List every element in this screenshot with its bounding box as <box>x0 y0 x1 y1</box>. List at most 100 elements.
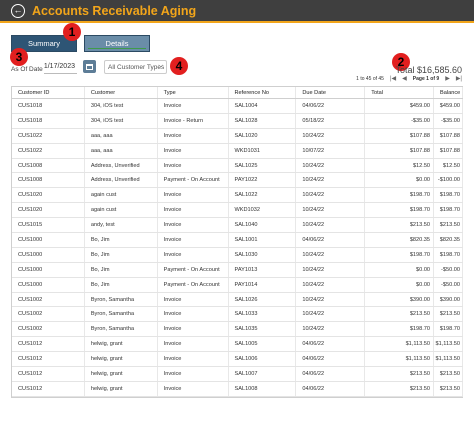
callout-badge-3: 3 <box>10 48 28 66</box>
cell-reference-no: SAL1040 <box>229 218 297 233</box>
cell-reference-no: SAL1006 <box>229 352 297 367</box>
cell-due-date: 04/06/22 <box>296 381 366 396</box>
column-header-reference-no[interactable]: Reference No <box>229 87 297 98</box>
cell-reference-no: SAL1026 <box>229 292 297 307</box>
cell-reference-no: WKD1031 <box>229 143 297 158</box>
cell-customer-id: CUS1012 <box>12 337 85 352</box>
prev-page-icon[interactable]: ◀ <box>402 75 407 82</box>
cell-due-date: 10/24/22 <box>296 292 366 307</box>
table-row[interactable]: CUS1008 Address, Unverified Invoice SAL1025… <box>12 158 463 174</box>
customer-type-value: All Customer Types <box>108 63 165 71</box>
cell-customer: again cust <box>85 203 158 218</box>
table-row[interactable]: CUS1020 again cust Invoice WKD1032 10/24/22 $… <box>12 203 463 219</box>
tab-details[interactable]: Details <box>84 35 150 52</box>
cell-balance: -$50.00 <box>434 277 463 292</box>
cell-due-date: 10/24/22 <box>296 262 366 277</box>
cell-due-date: 10/24/22 <box>296 173 366 188</box>
cell-type: Invoice <box>158 381 229 396</box>
cell-total: $1,113.50 <box>365 352 435 367</box>
cell-customer: helwig, grant <box>85 381 158 396</box>
table-header: Customer ID Customer Type Reference No D… <box>12 87 463 99</box>
cell-customer: Bo, Jim <box>85 262 158 277</box>
pagination: 1 to 45 of 45 |◀ ◀ Page 1 of 9 ▶ ▶| <box>356 75 462 83</box>
cell-total: -$35.00 <box>365 113 435 128</box>
table-row[interactable]: CUS1012 helwig, grant Invoice SAL1007 04/06/… <box>12 367 463 382</box>
cell-type: Payment - On Account <box>158 262 229 277</box>
cell-total: $820.35 <box>365 233 435 247</box>
cell-reference-no: PAY1022 <box>229 173 297 188</box>
cell-balance: $1,113.50 <box>434 352 463 367</box>
cell-due-date: 10/24/22 <box>296 277 366 292</box>
cell-customer: 304, iOS test <box>85 113 158 128</box>
column-header-customer[interactable]: Customer <box>85 87 158 98</box>
cell-type: Invoice <box>158 307 229 322</box>
cell-type: Invoice <box>158 233 229 247</box>
cell-reference-no: SAL1022 <box>229 188 297 203</box>
cell-due-date: 10/07/22 <box>296 143 366 158</box>
calendar-button[interactable] <box>83 60 96 73</box>
table-row[interactable]: CUS1000 Bo, Jim Invoice SAL1001 04/06/22 $820… <box>12 233 463 248</box>
cell-customer: Byron, Samantha <box>85 292 158 307</box>
table-row[interactable]: CUS1018 304, iOS test Invoice - Return SAL1… <box>12 113 463 129</box>
cell-customer-id: CUS1012 <box>12 367 85 381</box>
cell-type: Invoice <box>158 128 229 143</box>
cell-reference-no: SAL1030 <box>229 247 297 262</box>
table-row[interactable]: CUS1000 Bo, Jim Invoice SAL1030 10/24/22 $198… <box>12 247 463 263</box>
cell-total: $459.00 <box>365 99 435 113</box>
back-arrow-icon[interactable]: ← <box>11 3 25 18</box>
cell-reference-no: PAY1013 <box>229 262 297 277</box>
column-header-due-date[interactable]: Due Date <box>296 87 366 98</box>
active-tab-indicator <box>88 48 146 49</box>
column-header-customer-id[interactable]: Customer ID <box>12 87 85 98</box>
cell-total: $198.70 <box>365 322 435 337</box>
table-row[interactable]: CUS1020 again cust Invoice SAL1022 10/24/22 $… <box>12 188 463 204</box>
cell-customer: andy, test <box>85 218 158 233</box>
cell-type: Payment - On Account <box>158 277 229 292</box>
table-row[interactable]: CUS1012 helwig, grant Invoice SAL1005 04/06/… <box>12 337 463 353</box>
table-row[interactable]: CUS1015 andy, test Invoice SAL1040 10/24/22 $… <box>12 218 463 234</box>
cell-customer: Address, Unverified <box>85 158 158 173</box>
cell-customer: 304, iOS test <box>85 99 158 113</box>
cell-type: Invoice <box>158 99 229 113</box>
table-body: CUS1018 304, iOS test Invoice SAL1004 04/06/… <box>12 99 463 397</box>
table-row[interactable]: CUS1022 aaa, aaa Invoice WKD1031 10/07/22 $10… <box>12 143 463 159</box>
cell-type: Invoice <box>158 337 229 352</box>
cell-customer-id: CUS1008 <box>12 158 85 173</box>
cell-type: Invoice <box>158 188 229 203</box>
customer-type-select[interactable]: All Customer Types ⌵ <box>104 60 167 74</box>
table-row[interactable]: CUS1018 304, iOS test Invoice SAL1004 04/06/… <box>12 99 463 114</box>
as-of-date-input[interactable]: 1/17/2023 <box>44 60 77 74</box>
cell-balance: -$35.00 <box>434 113 463 128</box>
table-row[interactable]: CUS1022 aaa, aaa Invoice SAL1020 10/24/22 $10… <box>12 128 463 144</box>
cell-total: $0.00 <box>365 262 435 277</box>
cell-reference-no: WKD1032 <box>229 203 297 218</box>
cell-total: $213.50 <box>365 367 435 381</box>
table-row[interactable]: CUS1000 Bo, Jim Payment - On Account PAY101… <box>12 262 463 278</box>
cell-type: Invoice <box>158 218 229 233</box>
calendar-icon <box>86 63 93 70</box>
table-row[interactable]: CUS1008 Address, Unverified Payment - On A… <box>12 173 463 189</box>
last-page-icon[interactable]: ▶| <box>456 75 462 82</box>
cell-balance: $213.50 <box>434 367 463 381</box>
cell-reference-no: SAL1008 <box>229 381 297 396</box>
column-header-total[interactable]: Total <box>365 87 435 98</box>
table-row[interactable]: CUS1002 Byron, Samantha Invoice SAL1033 10/2… <box>12 307 463 323</box>
cell-due-date: 04/06/22 <box>296 337 366 352</box>
first-page-icon[interactable]: |◀ <box>390 75 396 82</box>
next-page-icon[interactable]: ▶ <box>445 75 450 82</box>
cell-reference-no: SAL1004 <box>229 99 297 113</box>
cell-due-date: 10/24/22 <box>296 188 366 203</box>
callout-badge-4: 4 <box>170 57 188 75</box>
table-row[interactable]: CUS1002 Byron, Samantha Invoice SAL1026 10/2… <box>12 292 463 308</box>
cell-customer-id: CUS1022 <box>12 143 85 158</box>
cell-customer: helwig, grant <box>85 367 158 381</box>
table-row[interactable]: CUS1002 Byron, Samantha Invoice SAL1035 10/2… <box>12 322 463 338</box>
table-row[interactable]: CUS1012 helwig, grant Invoice SAL1008 04/06/… <box>12 381 463 397</box>
table-row[interactable]: CUS1012 helwig, grant Invoice SAL1006 04/06/… <box>12 352 463 368</box>
cell-reference-no: PAY1014 <box>229 277 297 292</box>
cell-customer-id: CUS1000 <box>12 233 85 247</box>
column-header-type[interactable]: Type <box>158 87 229 98</box>
table-row[interactable]: CUS1000 Bo, Jim Payment - On Account PAY101… <box>12 277 463 293</box>
column-header-balance[interactable]: Balance <box>434 87 463 98</box>
cell-balance: $107.88 <box>434 143 463 158</box>
